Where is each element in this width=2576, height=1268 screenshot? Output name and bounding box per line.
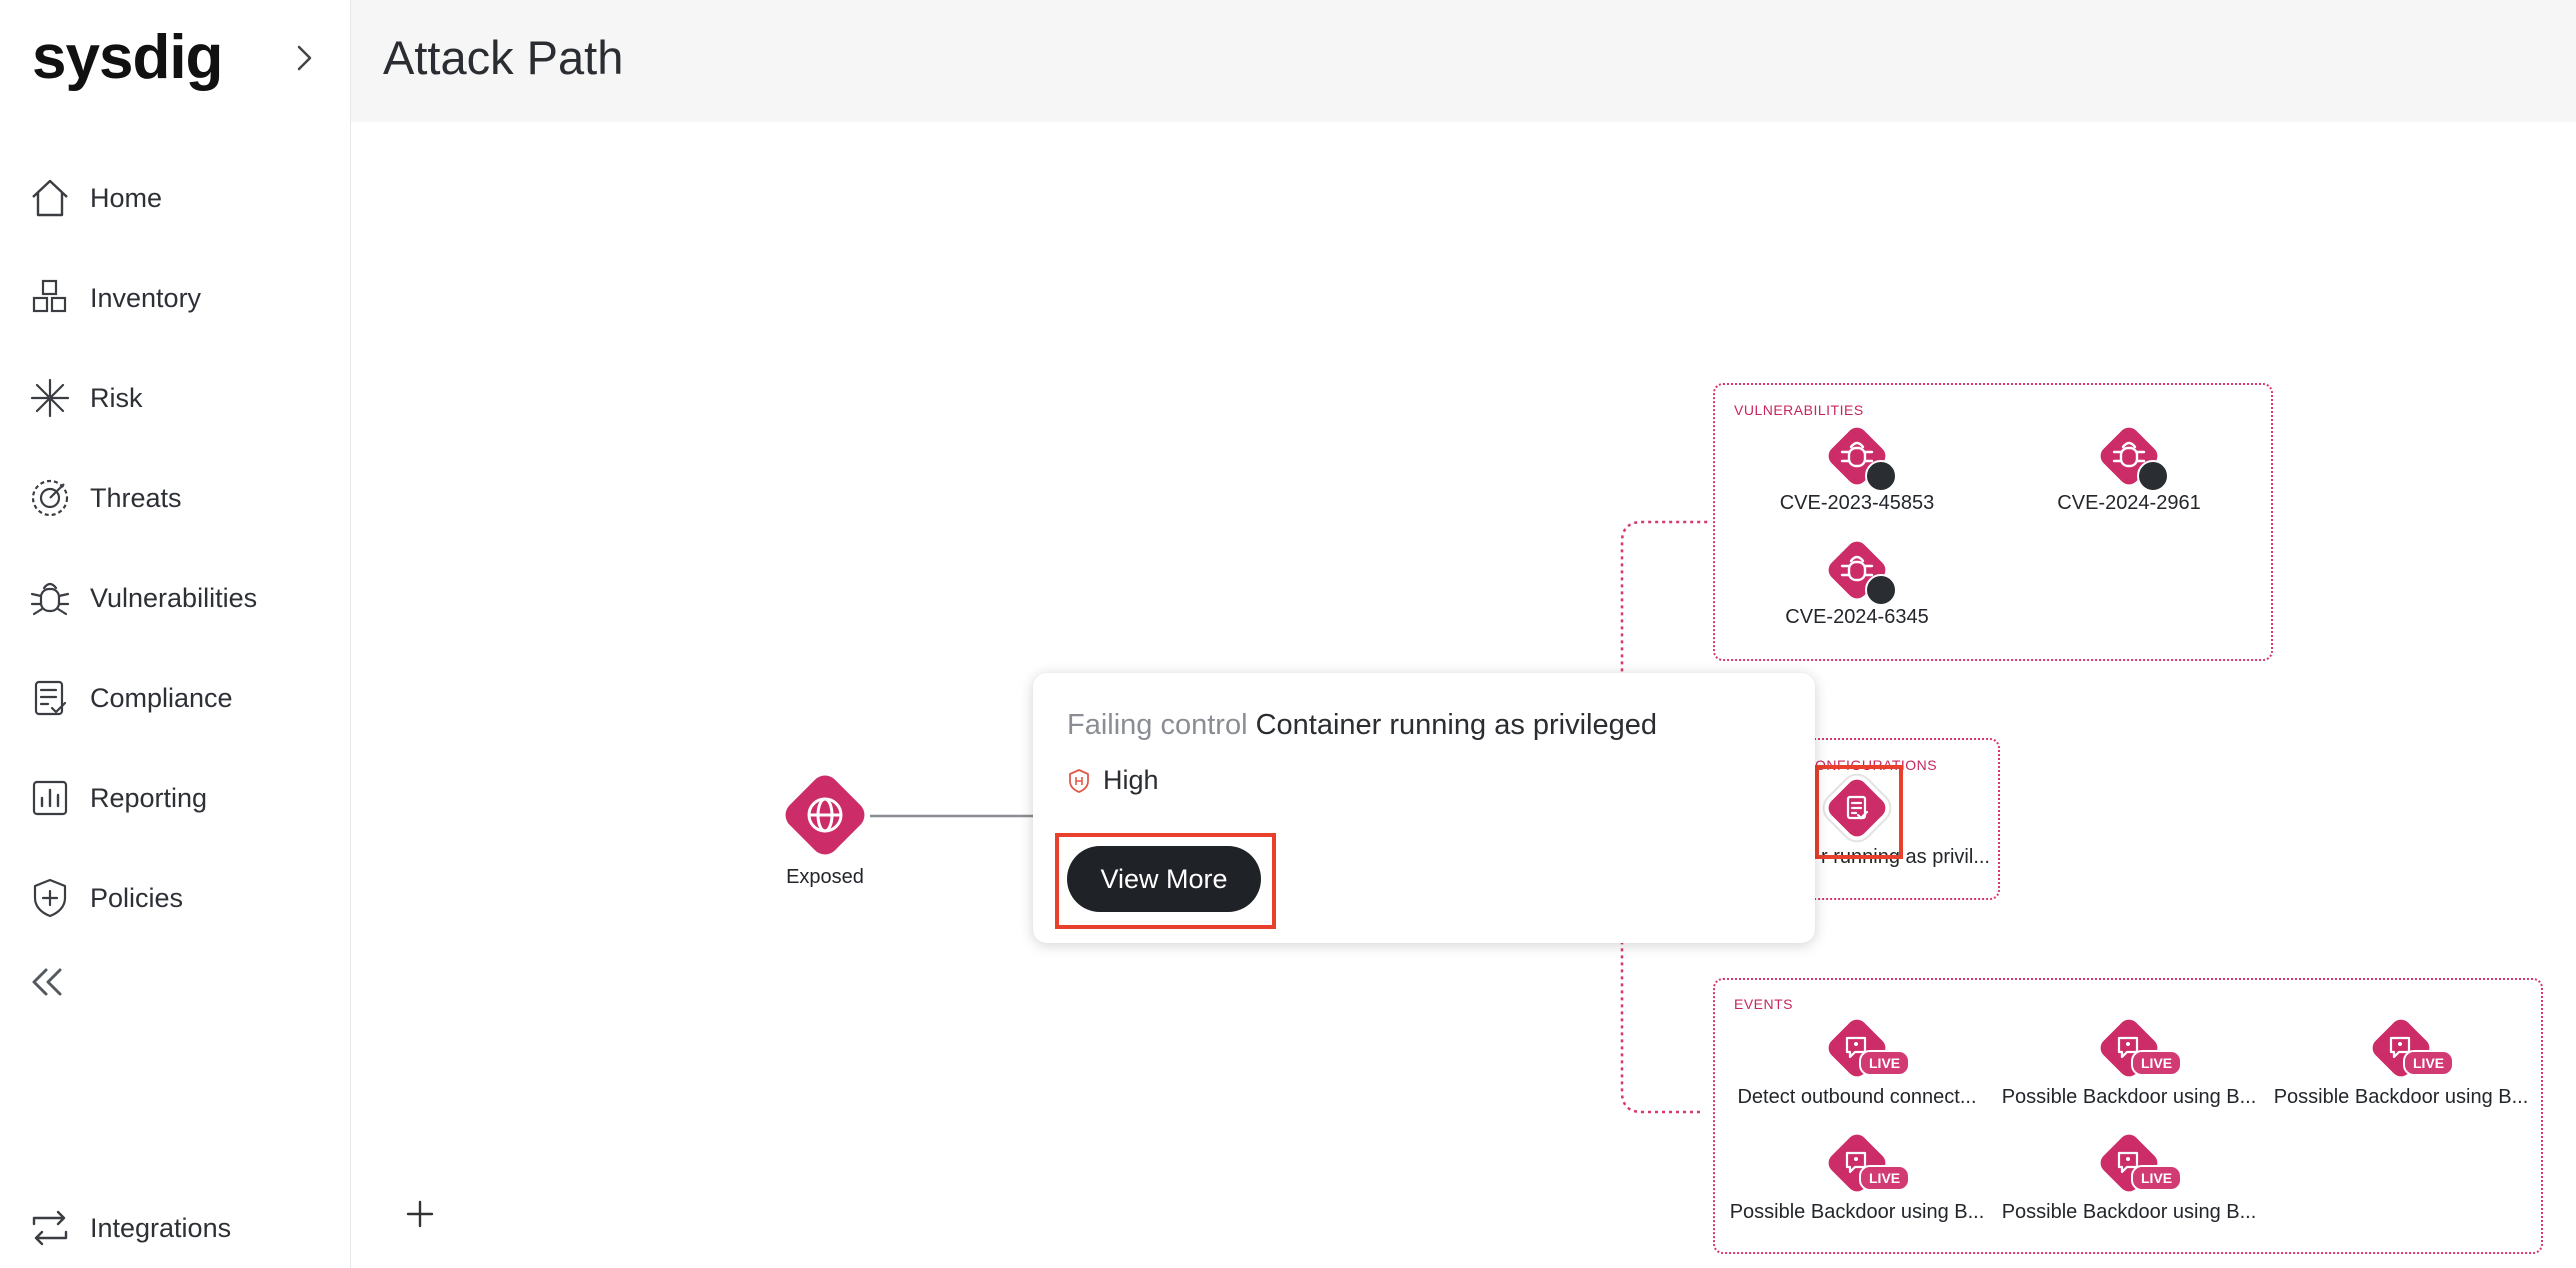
group-label: VULNERABILITIES	[1734, 402, 1864, 418]
live-badge: LIVE	[2131, 1050, 2183, 1076]
vulnerability-node[interactable]	[1824, 537, 1897, 606]
sidebar-item-label: Integrations	[90, 1212, 232, 1243]
threats-icon	[28, 476, 72, 520]
severity-shield-icon	[1069, 768, 1089, 793]
live-badge: LIVE	[2131, 1165, 2183, 1191]
popover-kind: Failing control	[1067, 709, 1248, 741]
compliance-icon	[28, 676, 72, 720]
node-label: Possible Backdoor using B...	[2001, 1201, 2257, 1223]
page-header: Attack Path	[351, 0, 2576, 122]
node-label: Exposed	[786, 866, 864, 888]
shield-plus-icon	[28, 876, 72, 920]
severity-label: High	[1103, 765, 1159, 795]
node-label: CVE-2023-45853	[1779, 492, 1935, 514]
sidebar-item-label: Vulnerabilities	[90, 582, 258, 613]
live-badge: LIVE	[2403, 1050, 2455, 1076]
node-label: Possible Backdoor using B...	[1729, 1201, 1985, 1223]
sidebar-item-inventory[interactable]: Inventory	[0, 258, 350, 338]
inventory-icon	[28, 276, 72, 320]
live-badge: LIVE	[1859, 1165, 1911, 1191]
sidebar-item-policies[interactable]: Policies	[0, 858, 350, 938]
sidebar-item-label: Inventory	[90, 282, 202, 313]
sidebar-item-label: Risk	[90, 382, 143, 413]
event-node[interactable]: LIVE	[1824, 1130, 1911, 1196]
event-node[interactable]: LIVE	[2368, 1015, 2455, 1081]
sysdig-logo[interactable]: sysdig	[32, 22, 223, 93]
vulnerability-node[interactable]	[1824, 423, 1897, 492]
sidebar-item-label: Home	[90, 182, 163, 213]
target-icon	[2137, 460, 2169, 492]
chevron-right-icon[interactable]	[286, 40, 322, 76]
risk-icon	[28, 376, 72, 420]
page-title: Attack Path	[383, 31, 624, 84]
popover-name: Container running as privileged	[1255, 709, 1658, 741]
sidebar-item-home[interactable]: Home	[0, 158, 350, 238]
plus-icon[interactable]	[402, 1196, 438, 1232]
severity-row: High	[1067, 765, 1159, 796]
live-badge: LIVE	[1859, 1050, 1911, 1076]
node-label: Possible Backdoor using B...	[2273, 1086, 2529, 1108]
node-label: Possible Backdoor using B...	[2001, 1086, 2257, 1108]
sidebar-item-threats[interactable]: Threats	[0, 458, 350, 538]
event-node[interactable]: LIVE	[2096, 1130, 2183, 1196]
chart-icon	[28, 776, 72, 820]
group-label: EVENTS	[1734, 996, 1794, 1012]
popover-title: Failing control Container running as pri…	[1067, 709, 1657, 742]
node-label: CVE-2024-2961	[2057, 492, 2201, 514]
double-chevron-left-icon[interactable]	[26, 962, 70, 1002]
sidebar-item-vulnerabilities[interactable]: Vulnerabilities	[0, 558, 350, 638]
vulnerability-node[interactable]	[2096, 423, 2169, 492]
sidebar-item-integrations[interactable]: Integrations	[0, 1188, 350, 1268]
sidebar-item-label: Reporting	[90, 782, 208, 813]
exposed-node[interactable]	[779, 769, 871, 861]
sidebar-item-label: Compliance	[90, 682, 233, 713]
node-label: Detect outbound connect...	[1737, 1086, 1977, 1108]
target-icon	[1865, 574, 1897, 606]
sidebar-item-reporting[interactable]: Reporting	[0, 758, 350, 838]
event-node[interactable]: LIVE	[1824, 1015, 1911, 1081]
globe-icon	[807, 797, 843, 833]
sidebar-item-compliance[interactable]: Compliance	[0, 658, 350, 738]
target-icon	[1865, 460, 1897, 492]
highlight-box	[1055, 833, 1276, 929]
node-label: CVE-2024-6345	[1785, 606, 1929, 628]
sidebar: sysdig Home Inventory Risk Threats Vulne…	[0, 0, 351, 1268]
bug-icon	[28, 576, 72, 620]
highlight-box	[1815, 765, 1903, 859]
home-icon	[28, 176, 72, 220]
sidebar-item-label: Policies	[90, 882, 184, 913]
event-node[interactable]: LIVE	[2096, 1015, 2183, 1081]
sidebar-item-risk[interactable]: Risk	[0, 358, 350, 438]
integrations-icon	[28, 1206, 72, 1250]
sidebar-item-label: Threats	[90, 482, 182, 513]
